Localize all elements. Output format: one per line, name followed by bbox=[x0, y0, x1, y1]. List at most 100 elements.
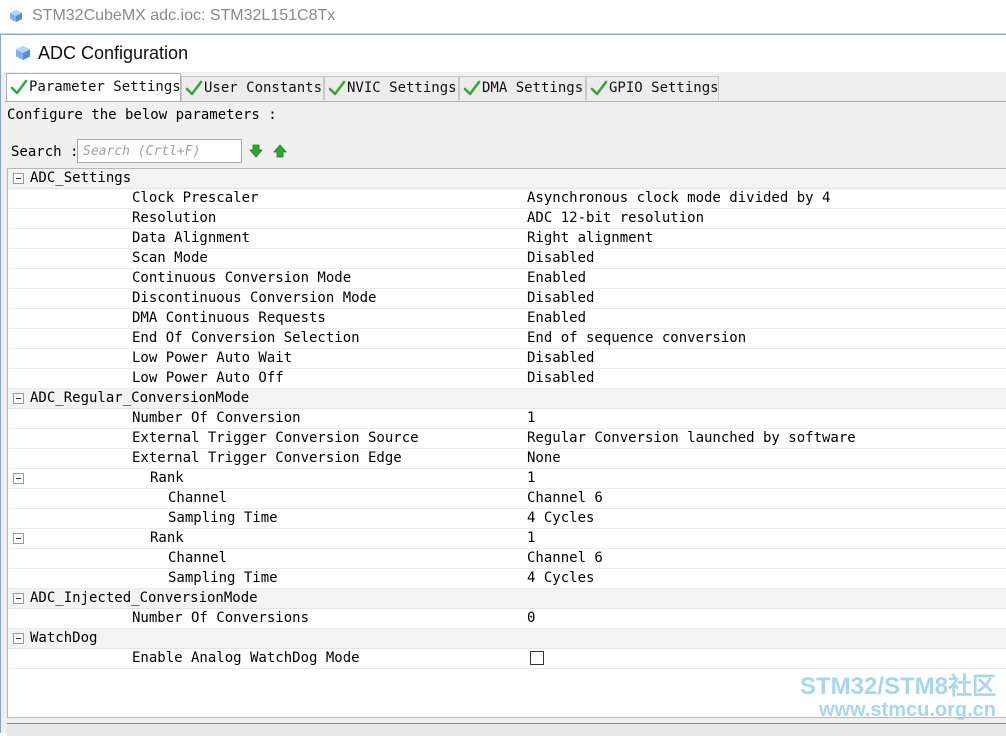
param-value[interactable]: Enabled bbox=[527, 269, 586, 288]
rank-row[interactable]: Rank 1 bbox=[8, 469, 1006, 489]
search-input[interactable] bbox=[77, 139, 242, 163]
param-name: Number Of Conversions bbox=[132, 610, 310, 626]
parameter-tree: ADC_Settings Clock Prescaler Asynchronous… bbox=[7, 168, 1006, 718]
param-row[interactable]: Low Power Auto Wait Disabled bbox=[8, 349, 1006, 369]
param-name: End Of Conversion Selection bbox=[132, 330, 360, 346]
param-row[interactable]: Scan Mode Disabled bbox=[8, 249, 1006, 269]
tab-user-constants[interactable]: User Constants bbox=[181, 76, 324, 100]
param-row[interactable]: Channel Channel 6 bbox=[8, 489, 1006, 509]
tab-dma-settings[interactable]: DMA Settings bbox=[459, 76, 586, 100]
param-row[interactable]: Clock Prescaler Asynchronous clock mode d… bbox=[8, 189, 1006, 209]
param-name: Low Power Auto Off bbox=[132, 370, 284, 386]
param-row[interactable]: Channel Channel 6 bbox=[8, 549, 1006, 569]
group-label: WatchDog bbox=[30, 630, 98, 646]
check-icon bbox=[328, 80, 346, 96]
param-value[interactable]: Disabled bbox=[527, 249, 594, 268]
param-value[interactable]: Disabled bbox=[527, 349, 594, 368]
watermark: STM32/STM8社区 www.stmcu.org.cn bbox=[800, 674, 996, 721]
group-row-regular-conversion[interactable]: ADC_Regular_ConversionMode bbox=[8, 389, 1006, 409]
group-row-watchdog[interactable]: WatchDog bbox=[8, 629, 1006, 649]
param-value[interactable]: None bbox=[527, 449, 561, 468]
tab-label: DMA Settings bbox=[482, 80, 584, 96]
window-title-bar: STM32CubeMX adc.ioc: STM32L151C8Tx bbox=[0, 0, 1006, 34]
param-row[interactable]: Number Of Conversions 0 bbox=[8, 609, 1006, 629]
param-value[interactable]: Channel 6 bbox=[527, 549, 603, 568]
param-row[interactable]: External Trigger Conversion Edge None bbox=[8, 449, 1006, 469]
param-value[interactable]: End of sequence conversion bbox=[527, 329, 746, 348]
tab-parameter-settings[interactable]: Parameter Settings bbox=[6, 73, 181, 101]
param-row[interactable]: External Trigger Conversion Source Regula… bbox=[8, 429, 1006, 449]
param-name: Resolution bbox=[132, 210, 217, 226]
param-value[interactable]: 1 bbox=[527, 529, 535, 548]
tab-bar: Parameter Settings User Constants NVIC S… bbox=[6, 73, 1006, 101]
param-name: Channel bbox=[168, 490, 228, 506]
collapse-icon[interactable] bbox=[13, 473, 24, 484]
param-value[interactable]: Disabled bbox=[527, 369, 594, 388]
tab-label: User Constants bbox=[204, 80, 323, 96]
collapse-icon[interactable] bbox=[13, 533, 24, 544]
param-value[interactable]: Asynchronous clock mode divided by 4 bbox=[527, 189, 830, 208]
param-value[interactable]: Disabled bbox=[527, 289, 594, 308]
param-row[interactable]: Enable Analog WatchDog Mode bbox=[8, 649, 1006, 669]
param-value[interactable]: 1 bbox=[527, 409, 535, 428]
adc-configuration-dialog: ADC Configuration Parameter Settings Use… bbox=[0, 34, 1006, 736]
collapse-icon[interactable] bbox=[13, 173, 24, 184]
group-row-injected-conversion[interactable]: ADC_Injected_ConversionMode bbox=[8, 589, 1006, 609]
param-name: DMA Continuous Requests bbox=[132, 310, 326, 326]
cube-icon bbox=[16, 46, 30, 60]
parameter-settings-panel: Configure the below parameters : Search … bbox=[5, 101, 1006, 736]
param-row[interactable]: Data Alignment Right alignment bbox=[8, 229, 1006, 249]
param-value[interactable]: ADC 12-bit resolution bbox=[527, 209, 704, 228]
collapse-icon[interactable] bbox=[13, 633, 24, 644]
tab-label: NVIC Settings bbox=[347, 80, 457, 96]
param-value[interactable]: Channel 6 bbox=[527, 489, 603, 508]
tab-gpio-settings[interactable]: GPIO Settings bbox=[586, 76, 719, 100]
arrow-up-icon[interactable] bbox=[273, 144, 287, 158]
configure-label: Configure the below parameters : bbox=[7, 107, 277, 123]
param-value[interactable]: Enabled bbox=[527, 309, 586, 328]
group-label: ADC_Injected_ConversionMode bbox=[30, 590, 258, 606]
param-row[interactable]: Continuous Conversion Mode Enabled bbox=[8, 269, 1006, 289]
param-value[interactable]: Regular Conversion launched by software bbox=[527, 429, 856, 448]
collapse-icon[interactable] bbox=[13, 593, 24, 604]
watermark-line2: www.stmcu.org.cn bbox=[818, 699, 996, 721]
param-name: Low Power Auto Wait bbox=[132, 350, 293, 366]
param-value[interactable]: 4 Cycles bbox=[527, 509, 594, 528]
param-name: External Trigger Conversion Edge bbox=[132, 450, 402, 466]
param-value[interactable]: 1 bbox=[527, 469, 535, 488]
param-row[interactable]: Sampling Time 4 Cycles bbox=[8, 509, 1006, 529]
param-row[interactable]: End Of Conversion Selection End of sequen… bbox=[8, 329, 1006, 349]
dialog-title-bar: ADC Configuration bbox=[1, 35, 1006, 72]
param-row[interactable]: DMA Continuous Requests Enabled bbox=[8, 309, 1006, 329]
group-row-adc-settings[interactable]: ADC_Settings bbox=[8, 169, 1006, 189]
check-icon bbox=[463, 80, 481, 96]
check-icon bbox=[185, 80, 203, 96]
param-row[interactable]: Number Of Conversion 1 bbox=[8, 409, 1006, 429]
param-value[interactable]: 0 bbox=[527, 609, 535, 628]
param-name: Clock Prescaler bbox=[132, 190, 259, 206]
check-icon bbox=[10, 79, 28, 95]
check-icon bbox=[590, 80, 608, 96]
param-name: Channel bbox=[168, 550, 228, 566]
param-row[interactable]: Sampling Time 4 Cycles bbox=[8, 569, 1006, 589]
tab-label: Parameter Settings bbox=[29, 79, 181, 95]
param-name: Rank bbox=[150, 530, 184, 546]
collapse-icon[interactable] bbox=[13, 393, 24, 404]
param-name: External Trigger Conversion Source bbox=[132, 430, 419, 446]
param-value[interactable]: Right alignment bbox=[527, 229, 653, 248]
param-name: Enable Analog WatchDog Mode bbox=[132, 650, 360, 666]
param-row[interactable]: Discontinuous Conversion Mode Disabled bbox=[8, 289, 1006, 309]
analog-watchdog-checkbox[interactable] bbox=[530, 651, 544, 665]
param-name: Data Alignment bbox=[132, 230, 251, 246]
dialog-title: ADC Configuration bbox=[38, 43, 189, 63]
param-row[interactable]: Resolution ADC 12-bit resolution bbox=[8, 209, 1006, 229]
param-value[interactable]: 4 Cycles bbox=[527, 569, 594, 588]
param-row[interactable]: Low Power Auto Off Disabled bbox=[8, 369, 1006, 389]
rank-row[interactable]: Rank 1 bbox=[8, 529, 1006, 549]
window-title: STM32CubeMX adc.ioc: STM32L151C8Tx bbox=[32, 7, 336, 24]
tab-nvic-settings[interactable]: NVIC Settings bbox=[324, 76, 459, 100]
arrow-down-icon[interactable] bbox=[249, 144, 263, 158]
param-name: Discontinuous Conversion Mode bbox=[132, 290, 377, 306]
bottom-separator bbox=[7, 723, 1006, 736]
param-name: Sampling Time bbox=[168, 570, 278, 586]
